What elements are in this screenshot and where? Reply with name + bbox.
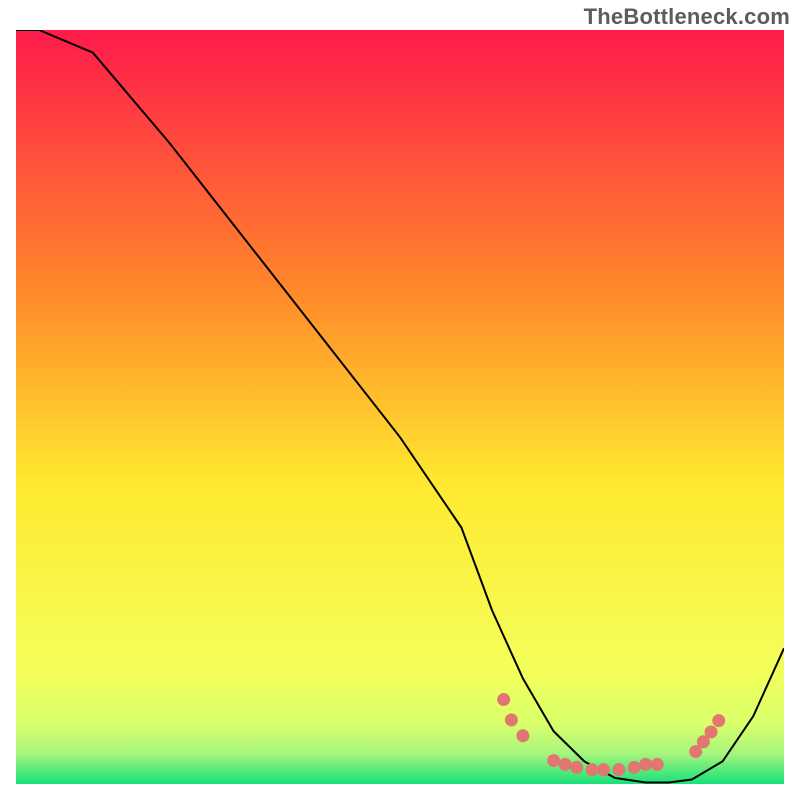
highlight-dot <box>712 714 725 727</box>
gradient-background <box>16 30 784 784</box>
highlight-dot <box>559 758 572 771</box>
watermark-text: TheBottleneck.com <box>584 4 790 30</box>
highlight-dot <box>597 763 610 776</box>
highlight-dot <box>570 761 583 774</box>
highlight-dot <box>497 693 510 706</box>
highlight-dot <box>705 725 718 738</box>
highlight-dot <box>651 758 664 771</box>
plot-area <box>16 30 784 784</box>
highlight-dot <box>547 754 560 767</box>
highlight-dot <box>612 763 625 776</box>
highlight-dot <box>516 729 529 742</box>
highlight-dot <box>628 761 641 774</box>
highlight-dot <box>586 763 599 776</box>
chart-svg <box>16 30 784 784</box>
chart-container: TheBottleneck.com <box>0 0 800 800</box>
highlight-dot <box>639 758 652 771</box>
highlight-dot <box>505 713 518 726</box>
